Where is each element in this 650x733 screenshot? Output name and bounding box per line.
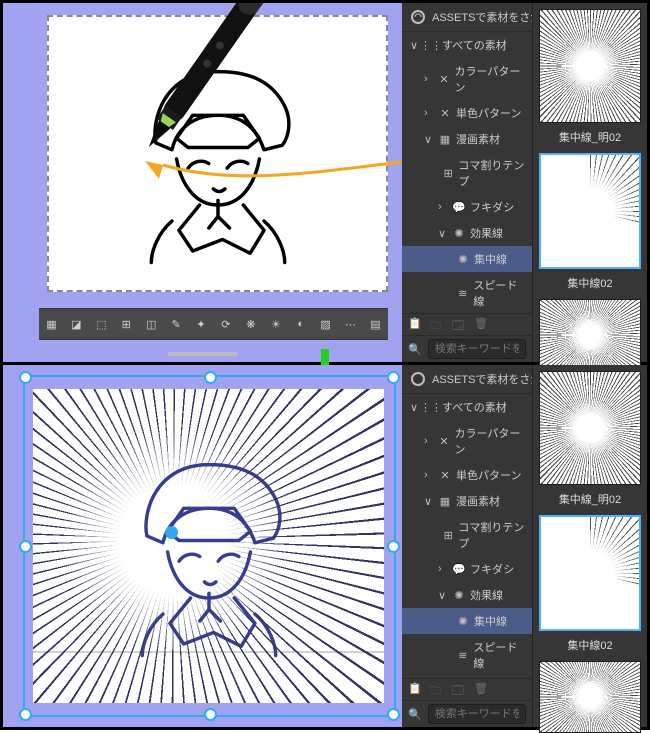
tree-all[interactable]: ∨⋮⋮すべての素材 [402,32,532,58]
search-input-2[interactable] [428,704,526,724]
material-tree-2: ASSETSで素材をさがす ∨⋮⋮すべての素材 ›✕カラーパターン ›✕単色パタ… [402,365,532,727]
paste-icon-2[interactable]: 📋 [408,682,424,698]
canvas-before[interactable]: ▦ ◪ ⬚ ⊞ ◫ ✎ ✦ ⟳ ❋ ☀ ◐ ▨ ⋯ ▤ [3,3,402,362]
search-icon-2[interactable]: 🔍 [408,708,422,721]
tree2-all[interactable]: ∨⋮⋮すべての素材 [402,394,532,420]
material-search: 🔍 [402,335,532,362]
props-icon[interactable]: 🗔 [452,317,468,333]
tool-4[interactable]: ⊞ [115,312,138,336]
assets-label: ASSETSで素材をさがす [432,9,532,25]
panel-grip[interactable] [168,352,238,356]
tree2-frame-template[interactable]: ⊞コマ割りテンプ [402,514,532,556]
tree-speed-line[interactable]: ≋スピード線 [402,272,532,314]
tool-2[interactable]: ◪ [65,312,88,336]
swatch2-2[interactable] [539,515,641,631]
tree2-effect[interactable]: ∨✺効果線 [402,582,532,608]
swatch2-3[interactable] [539,661,641,733]
tool-3[interactable]: ⬚ [90,312,113,336]
tree2-manga[interactable]: ∨▦漫画素材 [402,488,532,514]
trash-icon-2[interactable]: 🗑 [474,682,490,698]
assets-search-link[interactable]: ASSETSで素材をさがす [402,3,532,32]
material-actions-2: 📋 🗀 🗔 🗑 [402,678,532,701]
tool-12[interactable]: ▨ [314,312,337,336]
tree2-color-pattern[interactable]: ›✕カラーパターン [402,420,532,462]
tree-manga[interactable]: ∨▦漫画素材 [402,126,532,152]
swatch-column: 集中線_明02 集中線02 [532,3,647,362]
tree-effect[interactable]: ∨✺効果線 [402,220,532,246]
swatch2-1[interactable] [539,371,641,485]
swatch-2[interactable] [539,153,641,269]
tree2-focus-line[interactable]: ✺集中線 [402,608,532,634]
tree-frame-template[interactable]: ⊞コマ割りテンプ [402,152,532,194]
material-actions: 📋 🗀 🗔 🗑 [402,313,532,336]
trash-icon[interactable]: 🗑 [474,317,490,333]
tree-focus-line[interactable]: ✺集中線 [402,246,532,272]
character-lineart [103,49,333,279]
swatch-1-label: 集中線_明02 [539,129,641,145]
material-search-2: 🔍 [402,700,532,727]
swatch-1[interactable] [539,9,641,123]
tool-6[interactable]: ✎ [165,312,188,336]
tool-9[interactable]: ❋ [239,312,262,336]
tree2-mono-pattern[interactable]: ›✕単色パターン [402,462,532,488]
paste-icon[interactable]: 📋 [408,317,424,333]
tool-13[interactable]: ⋯ [339,312,362,336]
search-icon[interactable]: 🔍 [408,343,422,356]
folder-icon[interactable]: 🗀 [430,317,446,333]
folder-icon-2[interactable]: 🗀 [430,682,446,698]
assets-search-link-2[interactable]: ASSETSで素材をさがす [402,365,532,394]
tree-balloon[interactable]: ›💬フキダシ [402,194,532,220]
canvas-frame-after [33,389,384,703]
tool-10[interactable]: ☀ [264,312,287,336]
tool-14[interactable]: ▤ [364,312,387,336]
tree-color-pattern[interactable]: ›✕カラーパターン [402,58,532,100]
search-input[interactable] [428,339,526,359]
tool-11[interactable]: ◐ [289,312,312,336]
tree-mono-pattern[interactable]: ›✕単色パターン [402,100,532,126]
material-tree: ASSETSで素材をさがす ∨⋮⋮すべての素材 ›✕カラーパターン ›✕単色パタ… [402,3,532,362]
swatch-3[interactable] [539,299,641,371]
props-icon-2[interactable]: 🗔 [452,682,468,698]
tree2-speed-line[interactable]: ≋スピード線 [402,634,532,676]
tool-1[interactable]: ▦ [40,312,63,336]
character-lineart-after [94,442,324,672]
swatch-2-label: 集中線02 [539,275,641,291]
canvas-frame [47,15,388,292]
canvas-after[interactable] [3,365,402,727]
tree2-balloon[interactable]: ›💬フキダシ [402,556,532,582]
tool-8[interactable]: ⟳ [214,312,237,336]
tool-7[interactable]: ✦ [190,312,213,336]
object-toolbar: ▦ ◪ ⬚ ⊞ ◫ ✎ ✦ ⟳ ❋ ☀ ◐ ▨ ⋯ ▤ [39,308,388,340]
tool-5[interactable]: ◫ [140,312,163,336]
swatch-column-2: 集中線_明02 集中線02 [532,365,647,727]
